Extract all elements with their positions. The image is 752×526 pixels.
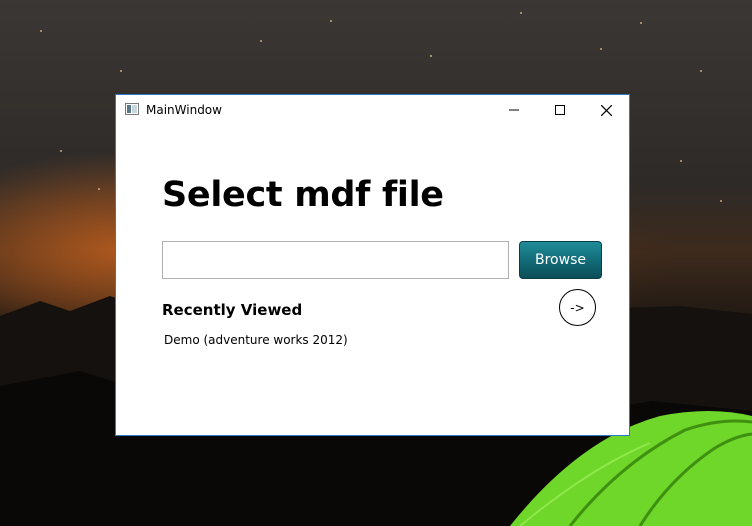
page-title: Select mdf file bbox=[162, 175, 444, 215]
star bbox=[40, 30, 42, 32]
star bbox=[260, 40, 262, 42]
browse-button[interactable]: Browse bbox=[519, 241, 602, 279]
star bbox=[520, 12, 522, 14]
close-icon bbox=[600, 104, 612, 116]
window-title: MainWindow bbox=[146, 103, 222, 117]
star bbox=[720, 200, 722, 202]
go-button[interactable]: -> bbox=[559, 289, 596, 326]
recently-viewed-heading: Recently Viewed bbox=[162, 301, 303, 319]
star bbox=[680, 160, 682, 162]
star bbox=[330, 20, 332, 22]
star bbox=[700, 70, 702, 72]
minimize-icon bbox=[509, 109, 519, 111]
maximize-icon bbox=[555, 105, 565, 115]
recent-item[interactable]: Demo (adventure works 2012) bbox=[164, 333, 348, 347]
file-path-input[interactable] bbox=[162, 241, 509, 279]
minimize-button[interactable] bbox=[491, 95, 537, 125]
close-button[interactable] bbox=[583, 95, 629, 125]
star bbox=[120, 70, 122, 72]
title-bar[interactable]: MainWindow bbox=[116, 95, 629, 125]
star bbox=[430, 55, 432, 57]
main-window: MainWindow Select mdf file Browse Recent… bbox=[115, 94, 630, 436]
app-window-icon bbox=[125, 103, 139, 115]
star bbox=[640, 22, 642, 24]
star bbox=[600, 48, 602, 50]
star bbox=[60, 150, 62, 152]
maximize-button[interactable] bbox=[537, 95, 583, 125]
star bbox=[98, 188, 100, 190]
